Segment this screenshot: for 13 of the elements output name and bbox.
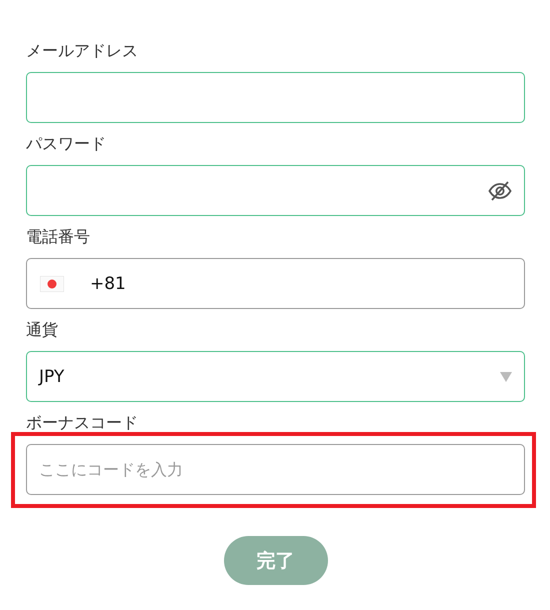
password-field[interactable] <box>26 165 525 216</box>
input-field[interactable]: ここにコードを入力 <box>26 444 525 495</box>
eye-slash-icon[interactable] <box>488 178 512 202</box>
field-label: メールアドレス <box>26 40 138 62</box>
input-field[interactable] <box>26 72 525 123</box>
field-label: 通貨 <box>26 319 58 341</box>
field-label: ボーナスコード <box>26 412 138 434</box>
caret-icon <box>500 372 512 382</box>
phone-field[interactable]: +81 <box>26 258 525 309</box>
field-label: パスワード <box>26 133 106 155</box>
flag-icon[interactable] <box>40 276 64 292</box>
currency-select[interactable]: JPY <box>26 351 525 402</box>
field-label: 電話番号 <box>26 226 90 248</box>
